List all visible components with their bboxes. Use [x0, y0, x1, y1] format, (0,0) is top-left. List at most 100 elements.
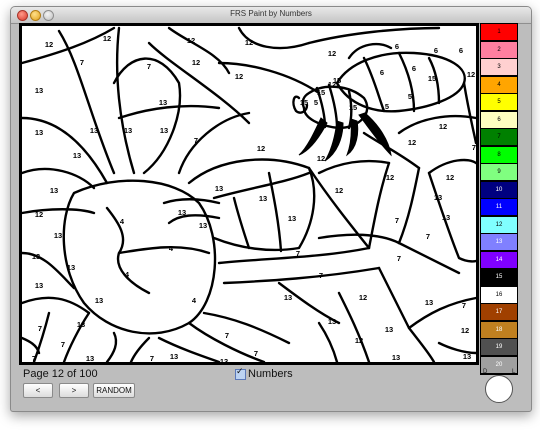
region-number-label: 13 [328, 317, 336, 326]
current-color-indicator[interactable] [485, 375, 513, 403]
dark-label: D [483, 369, 488, 375]
region-number-label: 5 [408, 92, 412, 101]
region-number-label: 7 [147, 62, 151, 71]
region-number-label: 12 [187, 36, 195, 45]
palette-swatch-14[interactable]: 14 [481, 251, 517, 268]
previous-page-button[interactable]: < [23, 383, 53, 398]
region-number-label: 13 [50, 186, 58, 195]
region-number-label: 12 [408, 138, 416, 147]
region-number-label: 13 [35, 281, 43, 290]
region-number-label: 7 [397, 254, 401, 263]
region-number-label: 13 [67, 263, 75, 272]
palette-swatch-11[interactable]: 11 [481, 199, 517, 215]
palette-swatch-10[interactable]: 10 [481, 181, 517, 198]
region-number-label: 7 [319, 271, 323, 280]
region-number-label: 13 [35, 128, 43, 137]
palette-swatch-1[interactable]: 1 [481, 24, 517, 40]
region-number-label: 13 [220, 357, 228, 365]
region-number-label: 7 [38, 324, 42, 333]
numbers-checkbox[interactable] [235, 367, 246, 380]
region-number-label: 7 [80, 58, 84, 67]
region-number-label: 13 [35, 86, 43, 95]
region-number-label: 12 [467, 70, 475, 79]
region-number-label: 12 [235, 72, 243, 81]
region-number-label: 13 [86, 354, 94, 363]
region-number-label: 7 [254, 349, 258, 358]
region-number-label: 7 [472, 143, 476, 152]
palette-swatch-19[interactable]: 19 [481, 339, 517, 355]
palette-swatch-17[interactable]: 17 [481, 304, 517, 320]
region-number-label: 13 [73, 151, 81, 160]
palette-swatch-5[interactable]: 5 [481, 94, 517, 110]
region-number-label: 13 [434, 193, 442, 202]
region-number-label: 13 [160, 126, 168, 135]
region-number-label: 13 [463, 352, 471, 361]
region-number-label: 13 [288, 214, 296, 223]
region-number-label: 13 [95, 296, 103, 305]
region-number-label: 6 [380, 68, 384, 77]
palette-swatch-8[interactable]: 8 [481, 146, 517, 163]
region-number-label: 6 [434, 46, 438, 55]
region-number-label: 13 [124, 126, 132, 135]
title-bar: FRS Paint by Numbers [11, 7, 531, 24]
region-number-label: 7 [225, 331, 229, 340]
region-number-label: 6 [459, 46, 463, 55]
region-number-label: 12 [45, 40, 53, 49]
palette-swatch-15[interactable]: 15 [481, 269, 517, 285]
palette-swatch-13[interactable]: 13 [481, 234, 517, 250]
region-number-label: 13 [90, 126, 98, 135]
region-number-label: 15 [333, 76, 341, 85]
region-number-label: 13 [178, 208, 186, 217]
next-page-button[interactable]: > [59, 383, 89, 398]
region-number-label: 6 [395, 42, 399, 51]
region-number-label: 7 [194, 136, 198, 145]
region-number-label: 13 [199, 221, 207, 230]
region-number-label: 15 [317, 88, 325, 97]
region-number-label: 12 [103, 34, 111, 43]
region-number-label: 7 [150, 354, 154, 363]
numbers-label: Numbers [248, 368, 293, 380]
region-number-label: 12 [386, 173, 394, 182]
palette-swatch-9[interactable]: 9 [481, 164, 517, 180]
page-indicator: Page 12 of 100 [23, 368, 98, 380]
palette-swatch-16[interactable]: 16 [481, 286, 517, 303]
palette-swatch-7[interactable]: 7 [481, 129, 517, 145]
region-number-label: 7 [426, 232, 430, 241]
region-number-label: 12 [245, 38, 253, 47]
palette-swatch-4[interactable]: 4 [481, 76, 517, 93]
region-number-label: 6 [412, 64, 416, 73]
region-number-label: 7 [395, 216, 399, 225]
region-number-label: 13 [159, 98, 167, 107]
region-number-label: 7 [462, 301, 466, 310]
random-page-button[interactable]: RANDOM [93, 383, 135, 398]
region-number-label: 13 [259, 194, 267, 203]
region-number-label: 15 [428, 74, 436, 83]
region-number-label: 13 [442, 213, 450, 222]
region-number-label: 12 [355, 336, 363, 345]
region-number-label: 12 [257, 144, 265, 153]
region-number-label: 12 [328, 49, 336, 58]
window-title: FRS Paint by Numbers [230, 9, 312, 18]
region-number-label: 7 [32, 354, 36, 363]
coloring-page[interactable]: 1212 1212127 71213131212156 6 66 6151515 515 55… [19, 23, 479, 365]
region-number-label: 12 [446, 173, 454, 182]
numbers-toggle[interactable]: Numbers [235, 367, 293, 380]
region-number-label: 12 [359, 293, 367, 302]
region-number-label: 15 [300, 98, 308, 107]
app-window: FRS Paint by Numbers 12 12 12 12 12 7 7 … [10, 6, 532, 412]
palette-swatch-2[interactable]: 2 [481, 41, 517, 58]
region-number-label: 13 [215, 184, 223, 193]
region-number-label: 15 [349, 103, 357, 112]
region-number-label: 13 [54, 231, 62, 240]
region-number-label: 12 [439, 122, 447, 131]
region-number-label: 13 [392, 353, 400, 362]
palette-swatch-12[interactable]: 12 [481, 216, 517, 233]
paint-canvas[interactable]: 12 12 12 12 12 7 7 12 13 13 12 12 15 6 6 6 6 6 15 15 15 5 15 5 5… [19, 23, 479, 365]
region-number-label: 12 [35, 210, 43, 219]
palette-swatch-6[interactable]: 6 [481, 111, 517, 128]
palette-swatch-3[interactable]: 3 [481, 59, 517, 75]
region-number-label: 12 [192, 58, 200, 67]
region-number-label: 13 [425, 298, 433, 307]
palette-swatch-18[interactable]: 18 [481, 321, 517, 338]
region-number-label: 12 [335, 186, 343, 195]
